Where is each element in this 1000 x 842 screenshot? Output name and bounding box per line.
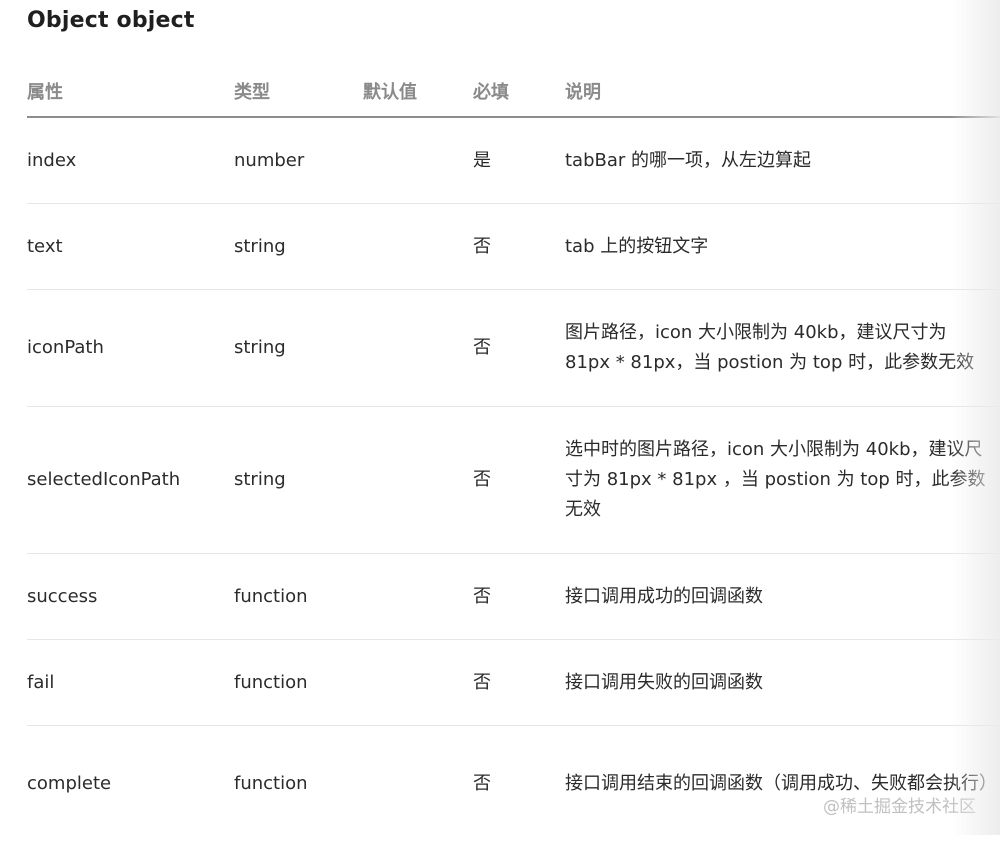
cell-type: function [234,773,308,794]
table-row: selectedIconPath string 否 选中时的图片路径，icon … [27,407,1000,554]
cell-type: string [234,469,286,490]
cell-type: string [234,337,286,358]
table-row: iconPath string 否 图片路径，icon 大小限制为 40kb，建… [27,290,1000,407]
header-desc: 说明 [565,82,601,103]
table-row: fail function 否 接口调用失败的回调函数 [27,640,1000,726]
cell-type: function [234,671,308,693]
cell-name: selectedIconPath [27,469,181,490]
cell-required: 否 [473,585,491,607]
cell-required: 否 [473,671,491,693]
header-default: 默认值 [363,82,417,103]
section-title: Object object [27,8,195,33]
cell-required: 是 [473,149,491,171]
cell-type: function [234,585,308,607]
cell-name: complete [27,773,112,794]
cell-desc: 接口调用成功的回调函数 [565,585,763,607]
cell-desc: 接口调用失败的回调函数 [565,671,763,693]
header-type: 类型 [234,82,270,103]
cell-required: 否 [473,469,491,490]
table-row: index number 是 tabBar 的哪一项，从左边算起 [27,118,1000,204]
cell-name: success [27,585,98,607]
table-row: success function 否 接口调用成功的回调函数 [27,554,1000,640]
cell-name: fail [27,671,55,693]
cell-required: 否 [473,337,491,358]
cell-name: text [27,235,63,257]
cell-desc: tab 上的按钮文字 [565,235,709,257]
cell-desc: 选中时的图片路径，icon 大小限制为 40kb，建议尺寸为 81px * 81… [565,439,986,520]
table-row: complete function 否 接口调用结束的回调函数（调用成功、失败都… [27,726,1000,842]
cell-required: 否 [473,235,491,257]
cell-type: number [234,149,305,171]
cell-type: string [234,235,286,257]
param-table: 属性 类型 默认值 必填 说明 index number 是 tabBar 的哪… [27,60,1000,842]
cell-name: iconPath [27,337,104,358]
header-required: 必填 [473,82,509,103]
table-header: 属性 类型 默认值 必填 说明 [27,60,1000,118]
watermark: @稀土掘金技术社区 [823,797,976,817]
cell-name: index [27,149,77,171]
cell-required: 否 [473,773,491,794]
header-name: 属性 [27,82,63,103]
cell-desc: 图片路径，icon 大小限制为 40kb，建议尺寸为 81px * 81px，当… [565,322,975,373]
cell-desc: tabBar 的哪一项，从左边算起 [565,149,812,171]
table-row: text string 否 tab 上的按钮文字 [27,204,1000,290]
